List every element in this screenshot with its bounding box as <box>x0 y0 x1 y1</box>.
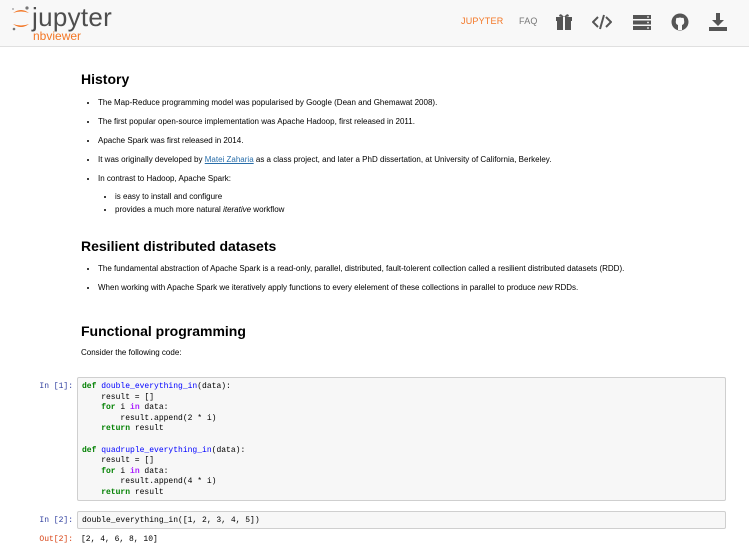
output-prompt: Out[2]: <box>39 535 73 544</box>
download-icon[interactable] <box>708 12 728 32</box>
list-item-text: as a class project, and later a PhD diss… <box>253 155 552 164</box>
list-item-text: It was originally developed by <box>98 155 205 164</box>
list-item: The fundamental abstraction of Apache Sp… <box>98 263 624 282</box>
code-cell-2[interactable]: double_everything_in([1, 2, 3, 4, 5]) <box>77 511 726 529</box>
list-item-text: When working with Apache Spark we iterat… <box>98 283 538 292</box>
cell-output: [2, 4, 6, 8, 10] <box>81 535 158 544</box>
spark-features-list: is easy to install and configure provide… <box>98 191 551 217</box>
code-icon[interactable] <box>592 12 612 32</box>
sub-list-item: provides a much more natural iterative w… <box>115 204 551 217</box>
jupyter-logo-icon <box>12 6 29 31</box>
list-item-text: workflow <box>251 205 285 214</box>
list-item: The Map-Reduce programming model was pop… <box>98 97 551 116</box>
list-item-text: In contrast to Hadoop, Apache Spark: <box>98 174 231 183</box>
input-prompt: In [1]: <box>39 382 73 391</box>
brand-subtitle: nbviewer <box>33 29 82 43</box>
input-prompt: In [2]: <box>39 516 73 525</box>
section-heading-rdd: Resilient distributed datasets <box>81 238 277 254</box>
list-item: The first popular open-source implementa… <box>98 116 551 135</box>
sub-list-item: is easy to install and configure <box>115 191 551 204</box>
code-block[interactable]: def double_everything_in(data): result =… <box>78 378 725 499</box>
github-icon[interactable] <box>670 12 690 32</box>
matei-zaharia-link[interactable]: Matei Zaharia <box>205 155 254 164</box>
list-item: In contrast to Hadoop, Apache Spark: is … <box>98 173 551 217</box>
section-heading-functional: Functional programming <box>81 323 246 339</box>
gift-icon[interactable] <box>554 12 574 32</box>
list-item: It was originally developed by Matei Zah… <box>98 154 551 173</box>
intro-paragraph: Consider the following code: <box>81 348 182 357</box>
list-item-text: provides a much more natural <box>115 205 224 214</box>
code-cell-1[interactable]: def double_everything_in(data): result =… <box>77 377 726 501</box>
emphasis-text: new <box>537 283 553 292</box>
section-heading-history: History <box>81 71 130 87</box>
list-item: When working with Apache Spark we iterat… <box>98 282 624 301</box>
nav-link-jupyter[interactable]: JUPYTER <box>461 16 503 26</box>
history-list: The Map-Reduce programming model was pop… <box>81 97 551 217</box>
navbar: jupyter nbviewer JUPYTER FAQ <box>0 0 749 47</box>
rdd-list: The fundamental abstraction of Apache Sp… <box>81 263 624 301</box>
nav-link-faq[interactable]: FAQ <box>519 16 538 26</box>
emphasis-text: iterative <box>223 205 252 214</box>
list-item-text: RDDs. <box>552 283 579 292</box>
server-icon[interactable] <box>632 12 652 32</box>
code-block[interactable]: double_everything_in([1, 2, 3, 4, 5]) <box>78 512 725 527</box>
list-item: Apache Spark was first released in 2014. <box>98 135 551 154</box>
